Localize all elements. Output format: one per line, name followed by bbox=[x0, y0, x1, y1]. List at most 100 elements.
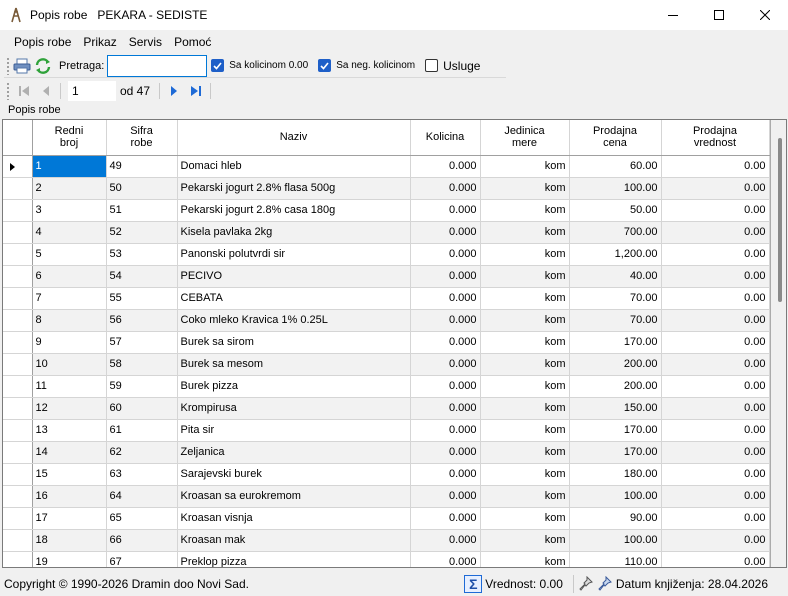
cell-kolicina[interactable]: 0.000 bbox=[410, 529, 481, 552]
cell-naziv[interactable]: Domaci hleb bbox=[177, 155, 411, 178]
cell-jm[interactable]: kom bbox=[480, 155, 570, 178]
menu-prikaz[interactable]: Prikaz bbox=[77, 32, 122, 52]
row-header[interactable] bbox=[3, 397, 33, 420]
cell-rb[interactable]: 13 bbox=[32, 419, 107, 442]
move-first-button[interactable] bbox=[13, 81, 35, 101]
cell-jm[interactable]: kom bbox=[480, 551, 570, 567]
move-previous-button[interactable] bbox=[35, 81, 57, 101]
toolbar-grip[interactable] bbox=[6, 56, 10, 75]
cell-sifra[interactable]: 62 bbox=[106, 441, 178, 464]
table-row[interactable]: 11 59 Burek pizza 0.000 kom 200.00 0.00 bbox=[3, 375, 770, 398]
column-header-naziv[interactable]: Naziv bbox=[177, 120, 411, 156]
row-header[interactable] bbox=[3, 529, 33, 552]
cell-jm[interactable]: kom bbox=[480, 265, 570, 288]
cell-rb[interactable]: 3 bbox=[32, 199, 107, 222]
row-header[interactable] bbox=[3, 199, 33, 222]
cell-naziv[interactable]: Sarajevski burek bbox=[177, 463, 411, 486]
cell-kolicina[interactable]: 0.000 bbox=[410, 287, 481, 310]
cell-rb[interactable]: 1 bbox=[32, 155, 107, 178]
cell-jm[interactable]: kom bbox=[480, 507, 570, 530]
cell-vrednost[interactable]: 0.00 bbox=[661, 309, 770, 332]
row-header[interactable] bbox=[3, 331, 33, 354]
cell-naziv[interactable]: Kisela pavlaka 2kg bbox=[177, 221, 411, 244]
cell-vrednost[interactable]: 0.00 bbox=[661, 419, 770, 442]
maximize-button[interactable] bbox=[696, 0, 742, 30]
cell-cena[interactable]: 70.00 bbox=[569, 287, 662, 310]
row-header[interactable] bbox=[3, 507, 33, 530]
checkbox-usluge[interactable] bbox=[425, 59, 439, 72]
cell-sifra[interactable]: 52 bbox=[106, 221, 178, 244]
cell-cena[interactable]: 100.00 bbox=[569, 485, 662, 508]
unpin-button[interactable] bbox=[597, 575, 613, 593]
cell-vrednost[interactable]: 0.00 bbox=[661, 177, 770, 200]
cell-vrednost[interactable]: 0.00 bbox=[661, 353, 770, 376]
cell-jm[interactable]: kom bbox=[480, 199, 570, 222]
cell-sifra[interactable]: 58 bbox=[106, 353, 178, 376]
cell-cena[interactable]: 50.00 bbox=[569, 199, 662, 222]
table-row[interactable]: 8 56 Coko mleko Kravica 1% 0.25L 0.000 kom 70… bbox=[3, 309, 770, 332]
cell-cena[interactable]: 1,200.00 bbox=[569, 243, 662, 266]
cell-rb[interactable]: 6 bbox=[32, 265, 107, 288]
row-header[interactable] bbox=[3, 287, 33, 310]
cell-jm[interactable]: kom bbox=[480, 221, 570, 244]
cell-vrednost[interactable]: 0.00 bbox=[661, 507, 770, 530]
cell-jm[interactable]: kom bbox=[480, 309, 570, 332]
checkbox-sa-neg-kolicinom-label[interactable]: Sa neg. kolicinom bbox=[336, 60, 415, 71]
cell-vrednost[interactable]: 0.00 bbox=[661, 243, 770, 266]
cell-kolicina[interactable]: 0.000 bbox=[410, 221, 481, 244]
column-header-vrednost[interactable]: Prodajna vrednost bbox=[661, 120, 770, 156]
cell-kolicina[interactable]: 0.000 bbox=[410, 331, 481, 354]
refresh-button[interactable] bbox=[34, 57, 52, 75]
title-bar[interactable]: Popis robe PEKARA - SEDISTE bbox=[0, 0, 788, 30]
cell-naziv[interactable]: Pekarski jogurt 2.8% flasa 500g bbox=[177, 177, 411, 200]
table-row[interactable]: 18 66 Kroasan mak 0.000 kom 100.00 0.00 bbox=[3, 529, 770, 552]
checkbox-sa-kolicinom-label[interactable]: Sa kolicinom 0.00 bbox=[229, 60, 308, 71]
cell-jm[interactable]: kom bbox=[480, 177, 570, 200]
cell-cena[interactable]: 700.00 bbox=[569, 221, 662, 244]
cell-rb[interactable]: 12 bbox=[32, 397, 107, 420]
row-header[interactable] bbox=[3, 551, 33, 567]
cell-jm[interactable]: kom bbox=[480, 485, 570, 508]
cell-jm[interactable]: kom bbox=[480, 243, 570, 266]
move-last-button[interactable] bbox=[185, 81, 207, 101]
cell-sifra[interactable]: 64 bbox=[106, 485, 178, 508]
cell-rb[interactable]: 19 bbox=[32, 551, 107, 567]
cell-vrednost[interactable]: 0.00 bbox=[661, 485, 770, 508]
cell-cena[interactable]: 110.00 bbox=[569, 551, 662, 567]
menu-popis-robe[interactable]: Popis robe bbox=[8, 32, 77, 52]
cell-naziv[interactable]: Pita sir bbox=[177, 419, 411, 442]
cell-sifra[interactable]: 55 bbox=[106, 287, 178, 310]
table-row[interactable]: 1 49 Domaci hleb 0.000 kom 60.00 0.00 bbox=[3, 155, 770, 178]
cell-rb[interactable]: 7 bbox=[32, 287, 107, 310]
row-header[interactable] bbox=[3, 155, 33, 178]
cell-jm[interactable]: kom bbox=[480, 331, 570, 354]
sum-button[interactable]: Σ bbox=[464, 575, 483, 593]
close-button[interactable] bbox=[742, 0, 788, 30]
table-row[interactable]: 6 54 PECIVO 0.000 kom 40.00 0.00 bbox=[3, 265, 770, 288]
cell-rb[interactable]: 17 bbox=[32, 507, 107, 530]
cell-jm[interactable]: kom bbox=[480, 529, 570, 552]
table-row[interactable]: 4 52 Kisela pavlaka 2kg 0.000 kom 700.00 0.00 bbox=[3, 221, 770, 244]
cell-vrednost[interactable]: 0.00 bbox=[661, 441, 770, 464]
column-header-cena[interactable]: Prodajna cena bbox=[569, 120, 662, 156]
cell-rb[interactable]: 10 bbox=[32, 353, 107, 376]
row-header[interactable] bbox=[3, 221, 33, 244]
row-header[interactable] bbox=[3, 265, 33, 288]
menu-pomoc[interactable]: Pomoć bbox=[168, 32, 217, 52]
table-row[interactable]: 7 55 CEBATA 0.000 kom 70.00 0.00 bbox=[3, 287, 770, 310]
cell-jm[interactable]: kom bbox=[480, 353, 570, 376]
row-header[interactable] bbox=[3, 485, 33, 508]
print-button[interactable] bbox=[13, 57, 31, 75]
cell-kolicina[interactable]: 0.000 bbox=[410, 485, 481, 508]
cell-naziv[interactable]: Burek pizza bbox=[177, 375, 411, 398]
cell-cena[interactable]: 40.00 bbox=[569, 265, 662, 288]
cell-cena[interactable]: 60.00 bbox=[569, 155, 662, 178]
cell-naziv[interactable]: Coko mleko Kravica 1% 0.25L bbox=[177, 309, 411, 332]
cell-jm[interactable]: kom bbox=[480, 375, 570, 398]
table-row[interactable]: 14 62 Zeljanica 0.000 kom 170.00 0.00 bbox=[3, 441, 770, 464]
cell-jm[interactable]: kom bbox=[480, 463, 570, 486]
cell-vrednost[interactable]: 0.00 bbox=[661, 397, 770, 420]
table-row[interactable]: 10 58 Burek sa mesom 0.000 kom 200.00 0.00 bbox=[3, 353, 770, 376]
cell-cena[interactable]: 200.00 bbox=[569, 353, 662, 376]
cell-kolicina[interactable]: 0.000 bbox=[410, 507, 481, 530]
